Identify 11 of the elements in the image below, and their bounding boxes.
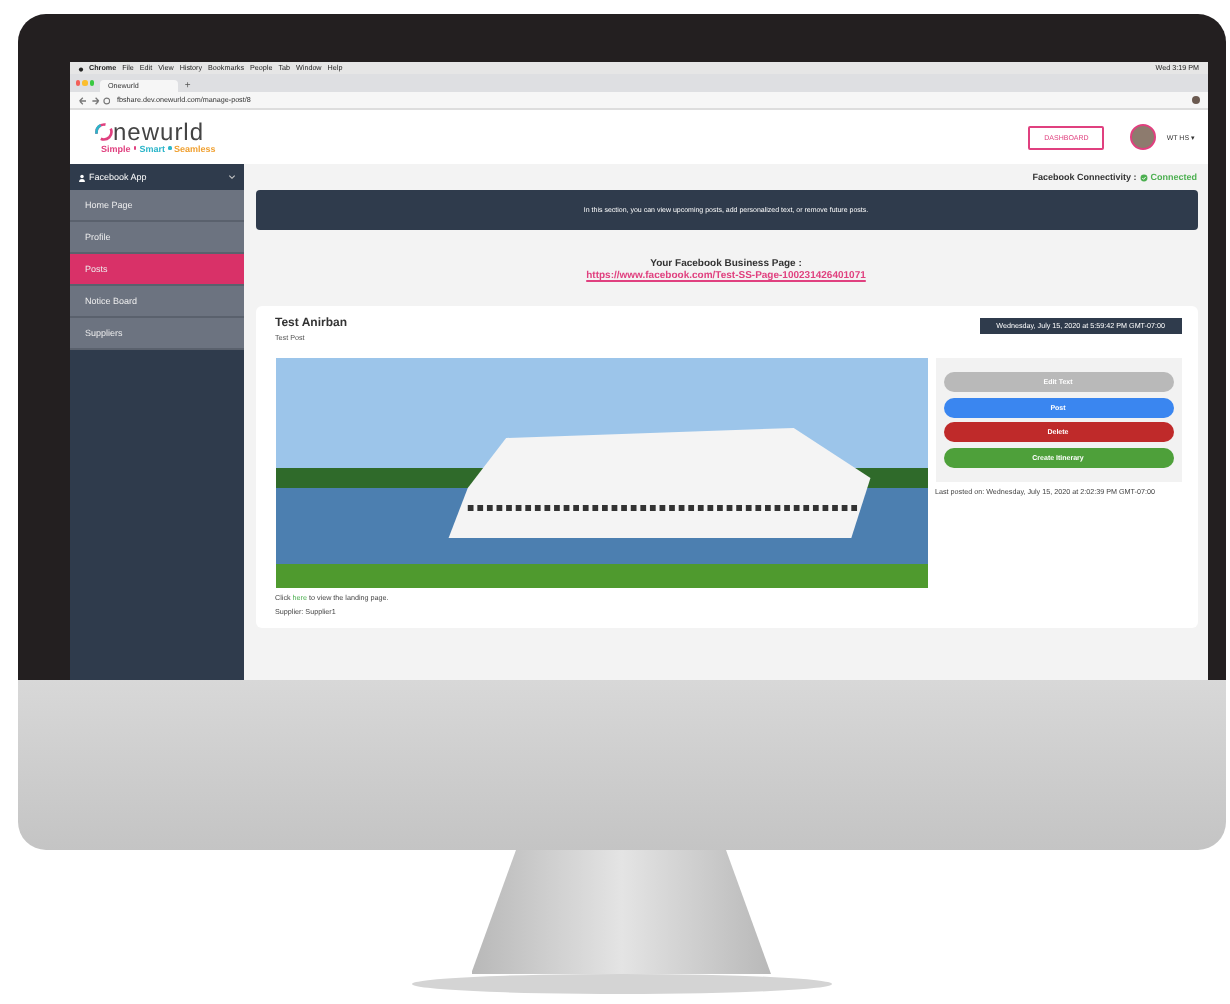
check-circle-icon [1139,173,1148,181]
logo-ring-icon [93,122,113,142]
separator-dot-icon [168,146,172,150]
profile-avatar-icon[interactable] [1191,96,1199,104]
window-controls-icon[interactable] [75,80,94,86]
apple-icon [77,65,83,71]
navigation-arrows-icon[interactable] [77,95,109,105]
chevron-icon[interactable] [227,174,235,180]
user-avatar[interactable] [1130,124,1157,150]
logo-text: newurld [113,121,205,143]
user-icon [77,173,85,181]
